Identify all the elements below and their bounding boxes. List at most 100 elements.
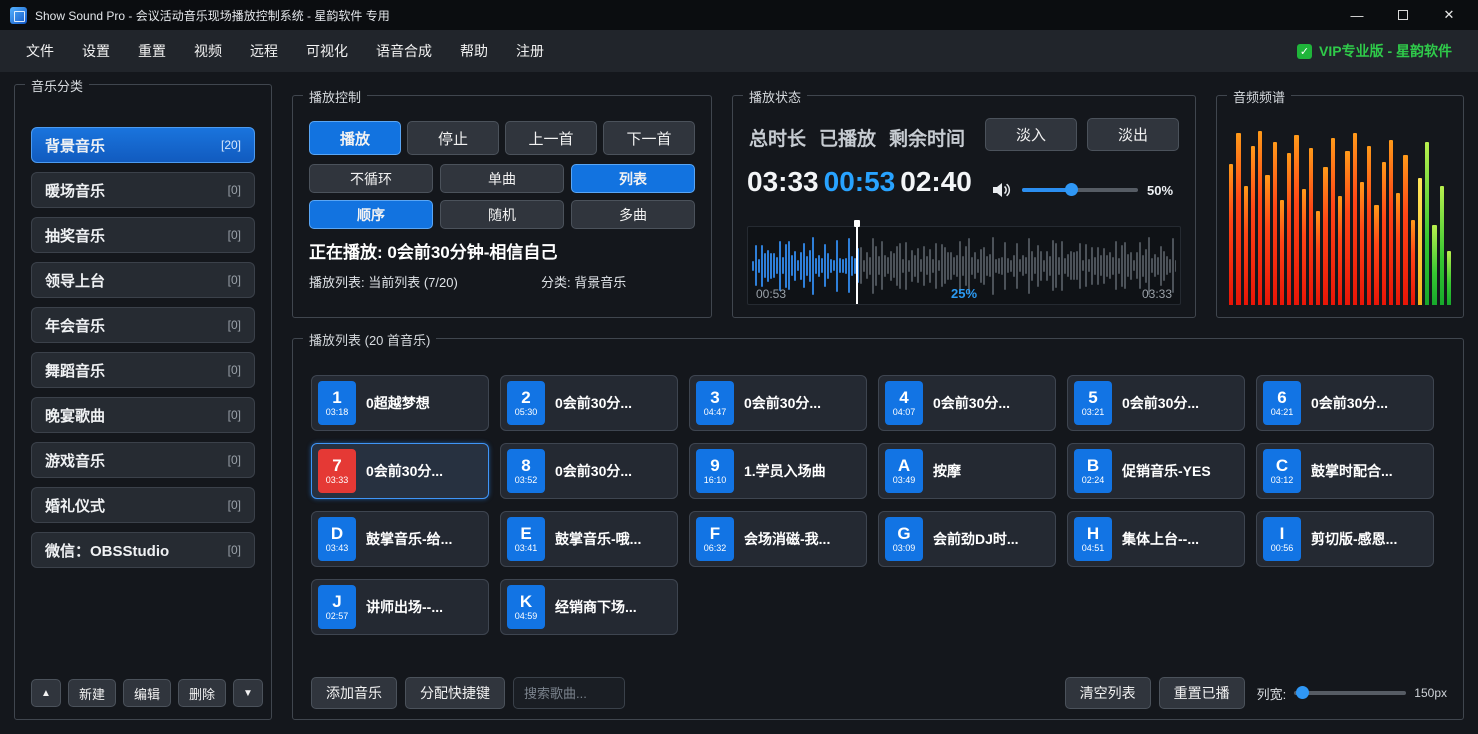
menu-item-8[interactable]: 帮助 <box>446 32 502 70</box>
time-values: 03:33 00:53 02:40 <box>747 166 972 198</box>
spectrum-bar-17 <box>1345 151 1349 305</box>
column-width-handle[interactable] <box>1296 686 1309 699</box>
category-item-7[interactable]: 晚宴歌曲[0] <box>31 397 255 433</box>
minimize-button[interactable]: — <box>1334 0 1380 30</box>
track-item-3[interactable]: 304:470会前30分... <box>689 375 867 431</box>
spectrum-bar-4 <box>1251 146 1255 305</box>
track-duration: 03:49 <box>893 475 916 486</box>
track-item-C[interactable]: C03:12鼓掌时配合... <box>1256 443 1434 499</box>
track-badge: 803:52 <box>507 449 545 493</box>
category-item-1[interactable]: 背景音乐[20] <box>31 127 255 163</box>
category-item-9[interactable]: 婚礼仪式[0] <box>31 487 255 523</box>
spectrum-bar-2 <box>1236 133 1240 305</box>
title-bar: Show Sound Pro - 会议活动音乐现场播放控制系统 - 星韵软件 专… <box>0 0 1478 30</box>
track-duration: 04:07 <box>893 407 916 418</box>
transport-button-3[interactable]: 上一首 <box>505 121 597 155</box>
category-footer-button-4[interactable]: 删除 <box>178 679 226 707</box>
track-item-A[interactable]: A03:49按摩 <box>878 443 1056 499</box>
track-item-E[interactable]: E03:41鼓掌音乐-哦... <box>500 511 678 567</box>
menu-item-1[interactable]: 文件 <box>12 32 68 70</box>
track-title: 讲师出场--... <box>366 597 480 617</box>
category-footer-button-2[interactable]: 新建 <box>68 679 116 707</box>
menu-item-9[interactable]: 注册 <box>502 32 558 70</box>
assign-hotkey-button[interactable]: 分配快捷键 <box>405 677 505 709</box>
track-key: H <box>1087 524 1099 543</box>
fade-out-button[interactable]: 淡出 <box>1087 118 1179 151</box>
menu-item-5[interactable]: 远程 <box>236 32 292 70</box>
menu-item-6[interactable]: 可视化 <box>292 32 362 70</box>
loop-mode-button-1[interactable]: 不循环 <box>309 164 433 193</box>
category-footer-button-1[interactable]: ▲ <box>31 679 61 707</box>
track-item-7[interactable]: 703:330会前30分... <box>311 443 489 499</box>
order-mode-button-1[interactable]: 顺序 <box>309 200 433 229</box>
track-item-5[interactable]: 503:21 0会前30分... <box>1067 375 1245 431</box>
category-label: 暖场音乐 <box>45 180 105 201</box>
clear-list-button[interactable]: 清空列表 <box>1065 677 1151 709</box>
order-mode-button-2[interactable]: 随机 <box>440 200 564 229</box>
category-item-3[interactable]: 抽奖音乐[0] <box>31 217 255 253</box>
window-title: Show Sound Pro - 会议活动音乐现场播放控制系统 - 星韵软件 专… <box>35 7 390 24</box>
order-mode-button-3[interactable]: 多曲 <box>571 200 695 229</box>
menu-item-4[interactable]: 视频 <box>180 32 236 70</box>
menu-item-3[interactable]: 重置 <box>124 32 180 70</box>
category-item-6[interactable]: 舞蹈音乐[0] <box>31 352 255 388</box>
category-count: [0] <box>228 318 241 332</box>
track-item-F[interactable]: F06:32会场消磁-我... <box>689 511 867 567</box>
loop-mode-button-3[interactable]: 列表 <box>571 164 695 193</box>
column-width-slider[interactable] <box>1294 691 1406 695</box>
category-item-5[interactable]: 年会音乐[0] <box>31 307 255 343</box>
close-button[interactable]: ✕ <box>1426 0 1472 30</box>
track-item-8[interactable]: 803:520会前30分... <box>500 443 678 499</box>
track-item-H[interactable]: H04:51集体上台--... <box>1067 511 1245 567</box>
search-song-input[interactable] <box>513 677 625 709</box>
maximize-button[interactable] <box>1380 0 1426 30</box>
spectrum-bar-1 <box>1229 164 1233 305</box>
track-item-4[interactable]: 404:070会前30分... <box>878 375 1056 431</box>
track-badge: 103:18 <box>318 381 356 425</box>
category-count: [0] <box>228 183 241 197</box>
speaker-icon[interactable] <box>993 182 1013 198</box>
category-item-4[interactable]: 领导上台[0] <box>31 262 255 298</box>
track-item-9[interactable]: 916:101.学员入场曲 <box>689 443 867 499</box>
track-item-2[interactable]: 205:300会前30分... <box>500 375 678 431</box>
category-footer-button-5[interactable]: ▼ <box>233 679 263 707</box>
spectrum-bar-3 <box>1244 186 1248 305</box>
transport-button-2[interactable]: 停止 <box>407 121 499 155</box>
waveform-seekbar[interactable]: 00:53 25% 03:33 <box>747 226 1181 305</box>
add-music-button[interactable]: 添加音乐 <box>311 677 397 709</box>
category-item-8[interactable]: 游戏音乐[0] <box>31 442 255 478</box>
track-badge: A03:49 <box>885 449 923 493</box>
track-title: 0会前30分... <box>1122 393 1236 413</box>
volume-handle[interactable] <box>1065 183 1078 196</box>
track-item-1[interactable]: 103:180超越梦想 <box>311 375 489 431</box>
transport-button-1[interactable]: 播放 <box>309 121 401 155</box>
menu-item-2[interactable]: 设置 <box>68 32 124 70</box>
track-item-D[interactable]: D03:43鼓掌音乐-给... <box>311 511 489 567</box>
category-count: [20] <box>221 138 241 152</box>
total-time-label: 总时长 <box>749 124 806 151</box>
transport-button-4[interactable]: 下一首 <box>603 121 695 155</box>
fade-in-button[interactable]: 淡入 <box>985 118 1077 151</box>
track-item-G[interactable]: G03:09会前劲DJ时... <box>878 511 1056 567</box>
playhead-marker[interactable] <box>856 220 858 304</box>
category-footer-button-3[interactable]: 编辑 <box>123 679 171 707</box>
volume-slider[interactable] <box>1022 188 1138 192</box>
track-badge: 503:21 <box>1074 381 1112 425</box>
track-duration: 00:56 <box>1271 543 1294 554</box>
volume-percent: 50% <box>1147 183 1173 198</box>
reset-played-button[interactable]: 重置已播 <box>1159 677 1245 709</box>
track-item-6[interactable]: 604:210会前30分... <box>1256 375 1434 431</box>
track-item-J[interactable]: J02:57讲师出场--... <box>311 579 489 635</box>
track-item-K[interactable]: K04:59经销商下场... <box>500 579 678 635</box>
total-time-value: 03:33 <box>747 166 819 198</box>
track-item-B[interactable]: B02:24促销音乐-YES <box>1067 443 1245 499</box>
category-item-2[interactable]: 暖场音乐 [0] <box>31 172 255 208</box>
track-title: 1.学员入场曲 <box>744 461 858 481</box>
category-label: 抽奖音乐 <box>45 225 105 246</box>
category-item-10[interactable]: 微信：OBSStudio[0] <box>31 532 255 568</box>
panel-legend-status: 播放状态 <box>743 87 807 106</box>
loop-mode-button-2[interactable]: 单曲 <box>440 164 564 193</box>
track-item-I[interactable]: I00:56剪切版-感恩... <box>1256 511 1434 567</box>
menu-item-7[interactable]: 语音合成 <box>362 32 446 70</box>
maximize-icon <box>1398 10 1408 20</box>
